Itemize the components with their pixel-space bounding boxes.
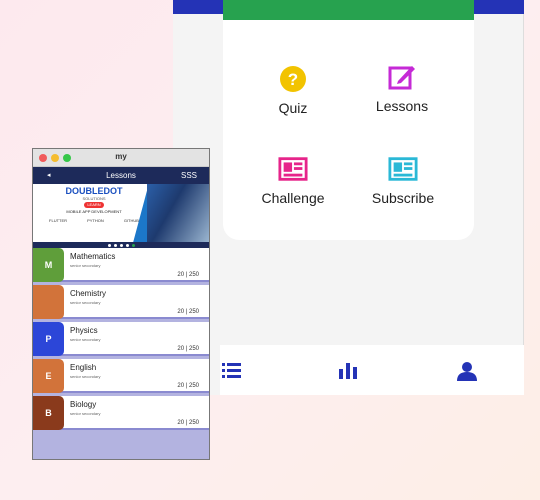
list-icon[interactable] bbox=[222, 361, 242, 381]
lesson-row-mathematics[interactable]: M Mathematics senior secondary 20 | 250 bbox=[33, 248, 209, 282]
challenge-label: Challenge bbox=[261, 190, 325, 206]
carousel-dot[interactable] bbox=[125, 243, 129, 247]
banner-learn-badge: LEARN bbox=[84, 202, 104, 208]
banner-title: DOUBLEDOT bbox=[65, 186, 123, 196]
menu-card: ? Quiz Lessons Challenge Subscribe bbox=[223, 0, 474, 240]
news-icon bbox=[388, 154, 418, 184]
lesson-name: English bbox=[70, 363, 97, 372]
banner-photo bbox=[147, 184, 209, 242]
lesson-level: senior secondary bbox=[70, 374, 101, 379]
subscribe-tile[interactable]: Subscribe bbox=[348, 154, 458, 206]
svg-text:?: ? bbox=[288, 70, 298, 89]
carousel-dot-active[interactable] bbox=[131, 243, 135, 247]
lesson-name: Biology bbox=[70, 400, 97, 409]
python-logo: PYTHON bbox=[87, 218, 104, 223]
subscribe-label: Subscribe bbox=[371, 190, 435, 206]
window-titlebar: my bbox=[33, 149, 209, 167]
news-icon bbox=[278, 154, 308, 184]
carousel-dot[interactable] bbox=[119, 243, 123, 247]
bar-chart-icon[interactable] bbox=[339, 361, 359, 381]
edit-note-icon bbox=[387, 62, 417, 92]
carousel-dot[interactable] bbox=[107, 243, 111, 247]
lesson-name: Physics bbox=[70, 326, 98, 335]
user-icon[interactable] bbox=[456, 361, 477, 381]
app-bar: ◂ Lessons SSS bbox=[33, 167, 209, 184]
promo-banner[interactable]: DOUBLEDOT SOLUTIONS LEARN MOBILE APP DEV… bbox=[33, 184, 209, 242]
lesson-badge: M bbox=[33, 248, 64, 282]
lessons-tile[interactable]: Lessons bbox=[347, 62, 457, 114]
lesson-name: Chemistry bbox=[70, 289, 107, 298]
mini-app-window: my ◂ Lessons SSS DOUBLEDOT SOLUTIONS LEA… bbox=[32, 148, 210, 460]
main-phone-screen: ? Quiz Lessons Challenge Subscribe bbox=[173, 0, 524, 395]
bottom-navigation bbox=[220, 345, 524, 395]
quiz-tile[interactable]: ? Quiz bbox=[238, 64, 348, 116]
lesson-badge bbox=[33, 285, 64, 319]
lesson-name: Mathematics bbox=[70, 252, 116, 261]
level-label[interactable]: SSS bbox=[181, 171, 197, 180]
lesson-level: senior secondary bbox=[70, 300, 101, 305]
lesson-level: senior secondary bbox=[70, 263, 101, 268]
lesson-row-chemistry[interactable]: Chemistry senior secondary 20 | 250 bbox=[33, 285, 209, 319]
help-circle-icon: ? bbox=[278, 64, 308, 94]
github-logo: GITHUB bbox=[123, 218, 139, 223]
lesson-badge: B bbox=[33, 396, 64, 430]
lesson-badge: P bbox=[33, 322, 64, 356]
lesson-row-physics[interactable]: P Physics senior secondary 20 | 250 bbox=[33, 322, 209, 356]
banner-course: MOBILE APP DEVELOPMENT bbox=[66, 209, 122, 214]
banner-logos: FLUTTER PYTHON GITHUB bbox=[39, 218, 149, 223]
card-header-strip bbox=[223, 0, 474, 20]
carousel-dot[interactable] bbox=[113, 243, 117, 247]
lesson-score: 20 | 250 bbox=[177, 309, 199, 315]
banner-subtitle: SOLUTIONS bbox=[82, 196, 106, 201]
lesson-row-english[interactable]: E English senior secondary 20 | 250 bbox=[33, 359, 209, 393]
lesson-score: 20 | 250 bbox=[177, 383, 199, 389]
quiz-label: Quiz bbox=[278, 100, 308, 116]
lessons-label: Lessons bbox=[375, 98, 429, 114]
lesson-score: 20 | 250 bbox=[177, 346, 199, 352]
lesson-score: 20 | 250 bbox=[177, 272, 199, 278]
lesson-level: senior secondary bbox=[70, 411, 101, 416]
lesson-badge: E bbox=[33, 359, 64, 393]
banner-text-block: DOUBLEDOT SOLUTIONS LEARN MOBILE APP DEV… bbox=[39, 184, 149, 242]
lesson-score: 20 | 250 bbox=[177, 420, 199, 426]
flutter-logo: FLUTTER bbox=[49, 218, 68, 223]
challenge-tile[interactable]: Challenge bbox=[238, 154, 348, 206]
window-title: my bbox=[115, 152, 127, 161]
lesson-row-biology[interactable]: B Biology senior secondary 20 | 250 bbox=[33, 396, 209, 430]
lesson-level: senior secondary bbox=[70, 337, 101, 342]
